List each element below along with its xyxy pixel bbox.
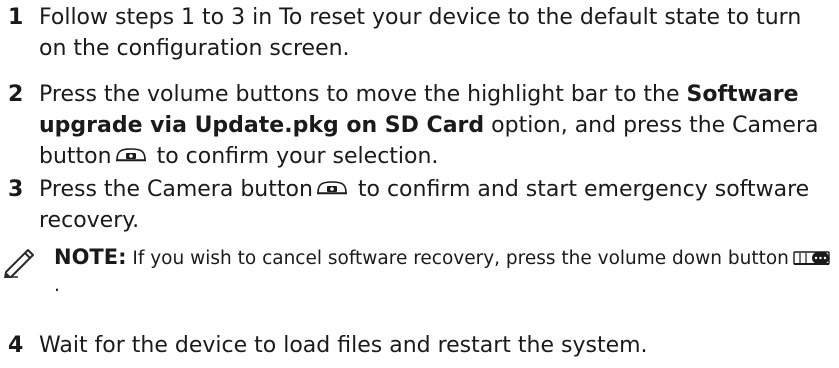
note-end: . <box>54 275 60 296</box>
step-2: 2 Press the volume buttons to move the h… <box>8 79 835 172</box>
step-text: Press the volume buttons to move the hig… <box>39 79 835 172</box>
pencil-note-icon <box>4 249 34 278</box>
note-body: If you wish to cancel software recovery,… <box>126 248 789 269</box>
step-4: 4 Wait for the device to load files and … <box>8 330 835 361</box>
step-number: 4 <box>8 333 24 358</box>
note-block: NOTE: If you wish to cancel software rec… <box>0 244 835 299</box>
camera-button-icon <box>115 148 146 162</box>
step-text-part: to confirm your selection. <box>149 144 439 169</box>
step-3: 3 Press the Camera button to confirm and… <box>8 174 835 236</box>
note-label: NOTE: <box>54 245 127 269</box>
step-text-part: Press the volume buttons to move the hig… <box>39 82 687 107</box>
camera-button-icon <box>316 181 347 195</box>
note-text: NOTE: If you wish to cancel software rec… <box>54 244 835 299</box>
step-1: 1 Follow steps 1 to 3 in To reset your d… <box>8 2 835 64</box>
step-text: Wait for the device to load files and re… <box>39 333 648 358</box>
step-number: 3 <box>8 177 24 202</box>
step-number: 1 <box>8 5 24 30</box>
step-number: 2 <box>8 82 24 107</box>
step-text: Follow steps 1 to 3 in To reset your dev… <box>39 5 802 61</box>
step-text-part: Press the Camera button <box>39 177 313 202</box>
step-text: Press the Camera button to confirm and s… <box>39 174 835 236</box>
volume-down-button-icon <box>793 250 830 265</box>
